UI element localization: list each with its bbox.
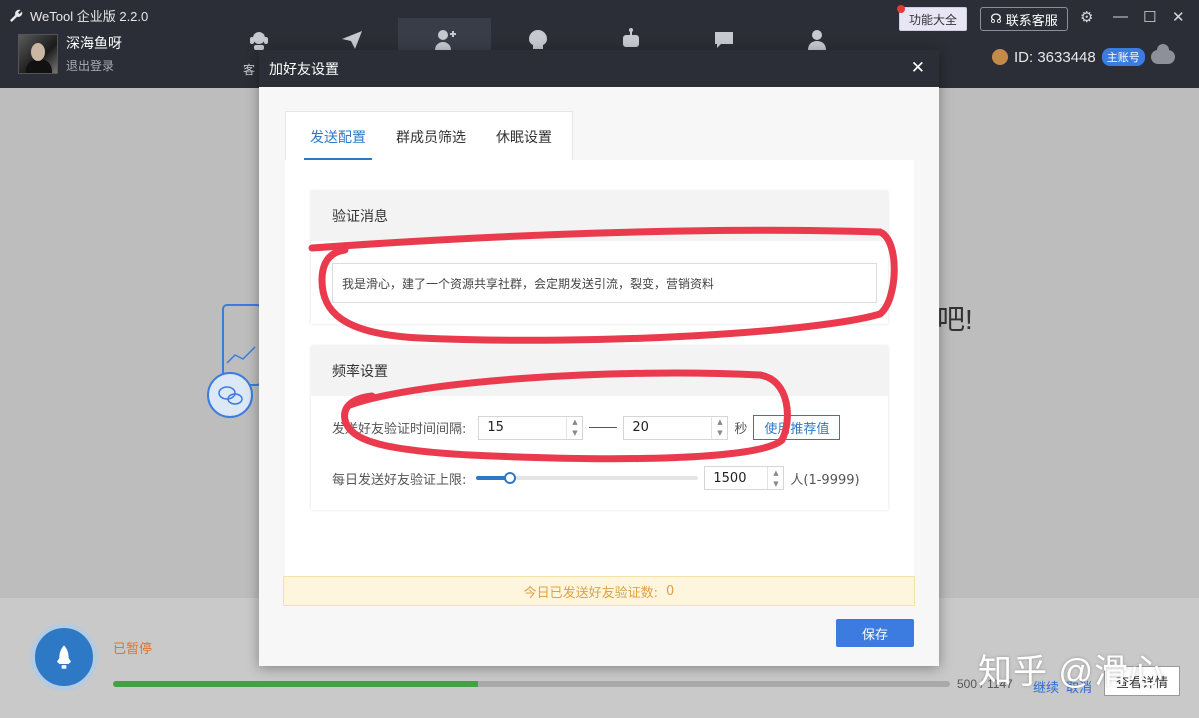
avatar[interactable] (18, 33, 58, 74)
contact-service-label: 联系客服 (1005, 12, 1058, 28)
max-interval-stepper[interactable]: 20 ▲ ▼ (623, 415, 729, 440)
seconds-unit: 秒 (734, 422, 748, 437)
daily-limit-slider[interactable] (476, 472, 699, 484)
message-icon (714, 32, 733, 48)
frequency-heading: 频率设置 (311, 346, 888, 396)
daily-limit-label: 每日发送好友验证上限: (332, 472, 467, 488)
watermark: 知乎 @滑心 (978, 653, 1164, 691)
use-recommended-button[interactable]: 使用推荐值 (753, 415, 841, 440)
close-icon[interactable]: ✕ (911, 58, 925, 78)
close-icon[interactable]: ✕ (1172, 8, 1185, 26)
features-button[interactable]: 功能大全 (897, 5, 967, 31)
range-dash (589, 427, 618, 428)
start-button[interactable] (30, 623, 98, 691)
send-config-panel: 验证消息 我是滑心，建了一个资源共享社群，会定期发送引流，裂变，营销资料 频率设… (285, 160, 914, 576)
rocket-icon (57, 645, 71, 669)
today-sent-count: 0 (666, 583, 675, 599)
account-id: ID: 3633448 主账号 (992, 44, 1175, 66)
min-interval-stepper[interactable]: 15 ▲ ▼ (478, 415, 584, 440)
max-interval-value: 20 (632, 420, 649, 435)
daily-limit-stepper[interactable]: 1500 ▲ ▼ (704, 466, 785, 490)
cloud-icon[interactable] (1150, 44, 1175, 64)
paused-status: 已暂停 (113, 641, 153, 656)
daily-limit-range: 人(1-9999) (790, 472, 860, 488)
stepper-arrows[interactable]: ▲ ▼ (767, 467, 783, 489)
gear-icon[interactable]: ⚙ (1080, 8, 1093, 26)
daily-limit-row: 每日发送好友验证上限: 1500 ▲ ▼ 人(1-9999) (332, 466, 860, 490)
headset-icon: ☊ (990, 11, 1002, 26)
headset-icon (249, 32, 268, 50)
logout-link[interactable]: 退出登录 (66, 57, 122, 74)
stepper-arrows[interactable]: ▲ ▼ (711, 416, 727, 439)
slider-handle[interactable] (503, 472, 516, 484)
robot-icon (622, 28, 639, 47)
verify-message-input[interactable]: 我是滑心，建了一个资源共享社群，会定期发送引流，裂变，营销资料 (332, 263, 877, 303)
dialog-title: 加好友设置 (269, 60, 339, 77)
dialog-tabs: 发送配置 群成员筛选 休眠设置 (285, 111, 573, 161)
notification-dot (897, 5, 905, 13)
progress-fill (113, 681, 478, 687)
app-title: WeTool 企业版 2.2.0 (8, 6, 148, 25)
phone-wechat-illustration (207, 304, 262, 418)
contact-service-button[interactable]: ☊ 联系客服 (980, 7, 1068, 31)
interval-label: 发送好友验证时间间隔: (332, 422, 467, 437)
app-title-text: WeTool 企业版 2.2.0 (30, 9, 149, 24)
id-text: ID: 3633448 (1014, 48, 1096, 66)
save-button[interactable]: 保存 (836, 619, 914, 647)
task-progress (113, 681, 950, 687)
features-label: 功能大全 (908, 12, 957, 27)
today-sent-notice: 今日已发送好友验证数: 0 (283, 576, 915, 606)
tab-send-config[interactable]: 发送配置 (304, 112, 372, 162)
tab-sleep-settings[interactable]: 休眠设置 (496, 112, 552, 162)
user-name: 深海鱼呀 (66, 35, 122, 51)
monkey-icon (992, 49, 1008, 65)
minimize-icon[interactable]: — (1113, 8, 1128, 25)
user-profile[interactable]: 深海鱼呀 退出登录 (18, 33, 122, 74)
min-interval-value: 15 (487, 420, 504, 435)
today-sent-label: 今日已发送好友验证数: (523, 585, 659, 601)
wrench-icon (10, 9, 23, 22)
add-friend-settings-dialog: 加好友设置 ✕ 发送配置 群成员筛选 休眠设置 验证消息 我是滑心，建了一个资源… (259, 50, 939, 666)
stepper-arrows[interactable]: ▲ ▼ (566, 416, 582, 439)
maximize-icon[interactable]: ☐ (1143, 8, 1156, 26)
dialog-header: 加好友设置 ✕ (259, 50, 939, 87)
verify-message-heading: 验证消息 (311, 191, 888, 241)
paper-plane-icon (341, 31, 362, 49)
account-badge: 主账号 (1101, 48, 1145, 66)
user-icon (807, 30, 826, 50)
tab-member-filter[interactable]: 群成员筛选 (396, 112, 466, 162)
nav-label: 客 (243, 63, 256, 77)
verify-message-card: 验证消息 我是滑心，建了一个资源共享社群，会定期发送引流，裂变，营销资料 (311, 191, 888, 324)
welcome-text-fragment: 吧! (937, 304, 973, 335)
skull-icon (528, 30, 547, 49)
frequency-card: 频率设置 发送好友验证时间间隔: 15 ▲ ▼ 20 ▲ ▼ 秒 使用推荐值 每日发… (311, 346, 888, 510)
add-user-icon (434, 30, 456, 50)
daily-limit-value: 1500 (713, 470, 747, 486)
interval-row: 发送好友验证时间间隔: 15 ▲ ▼ 20 ▲ ▼ 秒 使用推荐值 (332, 415, 841, 440)
